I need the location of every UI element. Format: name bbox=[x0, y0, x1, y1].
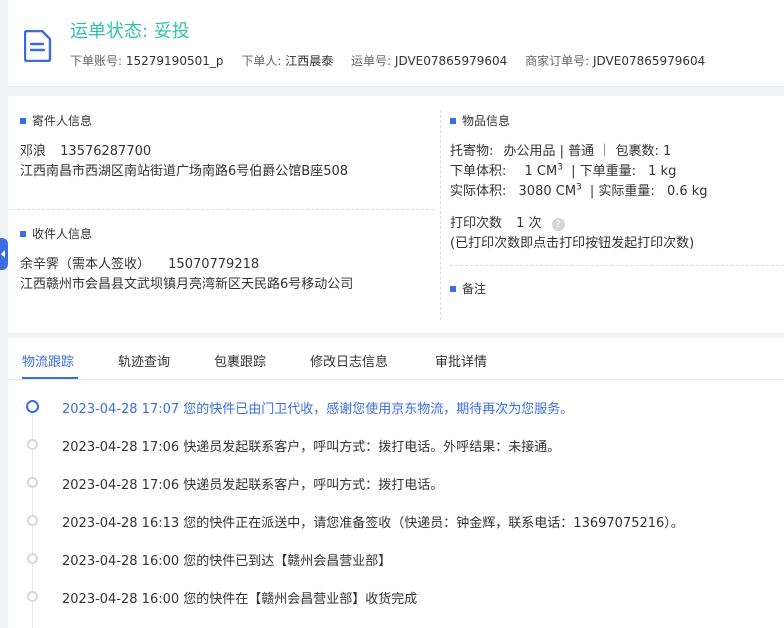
timeline-dot-icon bbox=[27, 591, 38, 602]
account-value: 15279190501_p bbox=[125, 54, 224, 68]
tracking-event: 2023-04-28 16:00 您的快件在【赣州会昌营业部】收货完成 bbox=[8, 588, 784, 608]
event-text: 您的快件已到达【赣州会昌营业部】 bbox=[183, 554, 392, 569]
event-time: 2023-04-28 17:06 bbox=[62, 478, 180, 493]
receiver-contact: 余辛霁（需本人签收） 15070779218 bbox=[20, 253, 259, 272]
timeline-dot-icon bbox=[27, 477, 38, 488]
tracking-event: 2023-04-28 16:00 您的快件已到达【赣州会昌营业部】 bbox=[8, 550, 784, 570]
column-divider bbox=[440, 110, 441, 320]
section-marker bbox=[20, 117, 26, 124]
order-meta: 下单账号: 15279190501_p 下单人: 江西晨泰 运单号: JDVE0… bbox=[70, 52, 719, 69]
sender-name: 邓浪 bbox=[20, 144, 47, 159]
section-marker bbox=[450, 117, 456, 124]
section-divider bbox=[12, 209, 434, 210]
tracking-event: 2023-04-28 17:06 快递员发起联系客户，呼叫方式：拨打电话。 bbox=[8, 474, 784, 494]
tab-approval-details[interactable]: 审批详情 bbox=[435, 351, 487, 370]
tracking-event: 2023-04-28 17:06 快递员发起联系客户，呼叫方式：拨打电话。外呼结… bbox=[8, 436, 784, 456]
waybill-status: 运单状态: 妥投 bbox=[70, 17, 190, 43]
sender-phone: 13576287700 bbox=[60, 144, 152, 159]
event-text: 快递员发起联系客户，呼叫方式：拨打电话。 bbox=[183, 478, 444, 493]
timeline-dot-icon bbox=[27, 439, 38, 450]
sender-contact: 邓浪 13576287700 bbox=[20, 140, 151, 159]
print-count: 打印次数 1 次 ? bbox=[450, 212, 565, 231]
goods-summary: 托寄物: 办公用品 | 普通 ｜ 包裹数: 1 bbox=[450, 144, 672, 159]
timeline-dot-icon bbox=[26, 400, 39, 413]
tracking-event: 2023-04-28 17:07 您的快件已由门卫代收，感谢您使用京东物流，期待… bbox=[8, 398, 784, 418]
tracking-card: 物流跟踪 轨迹查询 包裹跟踪 修改日志信息 审批详情 2023-04-28 17… bbox=[8, 338, 784, 628]
goods-column: 物品信息 托寄物: 办公用品 | 普通 ｜ 包裹数: 1 下单体积: 1 CM3… bbox=[450, 96, 784, 333]
status-value: 妥投 bbox=[153, 21, 190, 42]
section-marker bbox=[20, 230, 26, 237]
merchant-order-value: JDVE07865979604 bbox=[592, 54, 706, 68]
receiver-section-title: 收件人信息 bbox=[20, 225, 92, 242]
shipment-info-card: 寄件人信息 邓浪 13576287700 江西南昌市西湖区南站街道广场南路6号伯… bbox=[8, 96, 784, 333]
waybill-no-label: 运单号: bbox=[351, 54, 392, 68]
order-volume-weight: 下单体积: 1 CM3 | 下单重量: 1 kg bbox=[450, 162, 677, 179]
tab-package-tracking[interactable]: 包裹跟踪 bbox=[214, 351, 266, 370]
timeline-dot-icon bbox=[27, 553, 38, 564]
help-icon[interactable]: ? bbox=[551, 218, 565, 231]
orderer-value: 江西晨泰 bbox=[285, 54, 334, 68]
status-label: 运单状态: bbox=[70, 21, 149, 42]
waybill-header: 运单状态: 妥投 下单账号: 15279190501_p 下单人: 江西晨泰 运… bbox=[8, 0, 784, 87]
actual-volume-weight: 实际体积: 3080 CM3 | 实际重量: 0.6 kg bbox=[450, 182, 708, 199]
contact-column: 寄件人信息 邓浪 13576287700 江西南昌市西湖区南站街道广场南路6号伯… bbox=[8, 96, 434, 333]
event-time: 2023-04-28 17:07 bbox=[62, 402, 180, 417]
merchant-order-label: 商家订单号: bbox=[525, 54, 590, 68]
event-text: 快递员发起联系客户，呼叫方式：拨打电话。外呼结果：未接通。 bbox=[183, 440, 561, 455]
tracking-tabs: 物流跟踪 轨迹查询 包裹跟踪 修改日志信息 审批详情 bbox=[8, 338, 784, 380]
section-divider bbox=[450, 265, 784, 266]
orderer-label: 下单人: bbox=[241, 54, 282, 68]
document-icon bbox=[24, 30, 52, 62]
event-time: 2023-04-28 16:00 bbox=[62, 554, 180, 569]
receiver-phone: 15070779218 bbox=[168, 257, 260, 272]
remark-section-title: 备注 bbox=[450, 280, 486, 297]
event-text: 您的快件在【赣州会昌营业部】收货完成 bbox=[183, 592, 418, 607]
account-label: 下单账号: bbox=[70, 54, 123, 68]
receiver-name: 余辛霁（需本人签收） bbox=[20, 257, 151, 272]
event-time: 2023-04-28 16:13 bbox=[62, 516, 180, 531]
receiver-address: 江西赣州市会昌县文武坝镇月亮湾新区天民路6号移动公司 bbox=[20, 277, 354, 292]
event-time: 2023-04-28 16:00 bbox=[62, 592, 180, 607]
event-text: 您的快件已由门卫代收，感谢您使用京东物流，期待再次为您服务。 bbox=[183, 402, 574, 417]
tracking-event: 2023-04-28 16:13 您的快件正在派送中，请您准备签收（快递员：钟金… bbox=[8, 512, 784, 532]
print-hint: (已打印次数即点击打印按钮发起打印次数) bbox=[450, 236, 695, 251]
waybill-no-value: JDVE07865979604 bbox=[394, 54, 508, 68]
tab-logistics-tracking[interactable]: 物流跟踪 bbox=[22, 351, 74, 370]
event-text: 您的快件正在派送中，请您准备签收（快递员：钟金辉，联系电话：1369707521… bbox=[183, 516, 684, 531]
side-collapse-tab[interactable] bbox=[0, 238, 8, 270]
timeline-dot-icon bbox=[27, 515, 38, 526]
event-time: 2023-04-28 17:06 bbox=[62, 440, 180, 455]
active-tab-indicator bbox=[22, 377, 78, 379]
goods-section-title: 物品信息 bbox=[450, 112, 510, 129]
section-marker bbox=[450, 285, 456, 292]
tab-trajectory-query[interactable]: 轨迹查询 bbox=[118, 351, 170, 370]
sender-address: 江西南昌市西湖区南站街道广场南路6号伯爵公馆B座508 bbox=[20, 164, 349, 179]
sender-section-title: 寄件人信息 bbox=[20, 112, 92, 129]
tab-modify-log[interactable]: 修改日志信息 bbox=[310, 351, 388, 370]
